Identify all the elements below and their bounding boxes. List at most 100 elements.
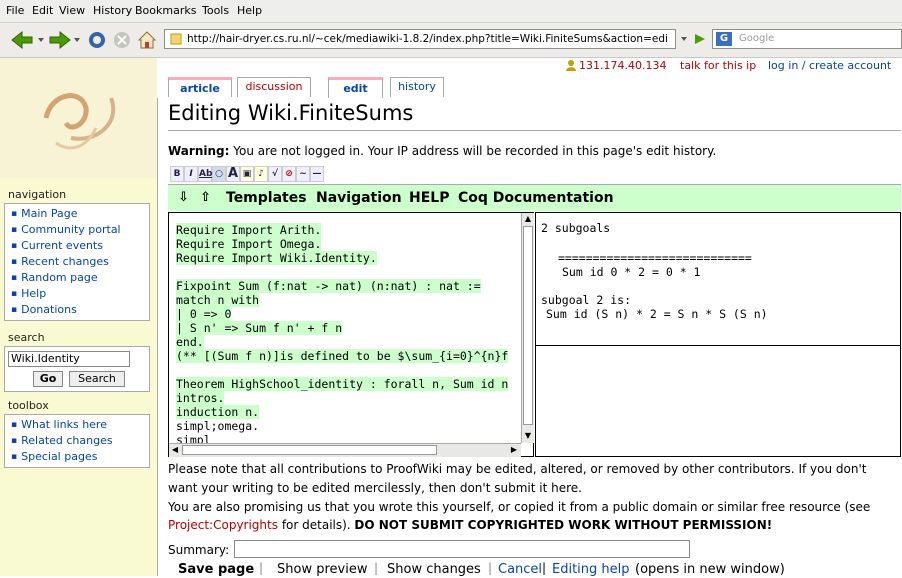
- navigation-heading: navigation: [8, 188, 67, 201]
- editor-line: | S n' => Sum f n' + f n: [176, 321, 343, 335]
- scroll-up-icon[interactable]: ▲: [523, 214, 533, 224]
- tab-edit[interactable]: edit: [328, 77, 383, 99]
- nav-main-page[interactable]: Main Page: [11, 207, 77, 220]
- search-button[interactable]: Search: [69, 371, 125, 387]
- toolbox-portlet: What links here Related changes Special …: [4, 414, 150, 468]
- navigation-portlet: Main Page Community portal Current event…: [4, 203, 150, 321]
- editor-line: Theorem HighSchool_identity : forall n, …: [176, 377, 509, 391]
- headline-icon[interactable]: A: [226, 166, 240, 182]
- menu-history[interactable]: History: [93, 4, 132, 17]
- page-title: Editing Wiki.FiniteSums: [168, 101, 414, 125]
- title-divider: [168, 130, 901, 131]
- browser-search-placeholder: Google: [739, 33, 775, 44]
- menu-tools[interactable]: Tools: [202, 4, 229, 17]
- scroll-down-icon[interactable]: ▼: [523, 431, 533, 441]
- help-link[interactable]: HELP: [409, 190, 449, 206]
- editor-line: (** [(Sum f n)]is defined to be $\sum_{i…: [176, 349, 509, 363]
- nav-donations[interactable]: Donations: [11, 303, 77, 316]
- wiki-search-input[interactable]: Wiki.Identity: [8, 351, 130, 367]
- menu-edit[interactable]: Edit: [32, 4, 53, 17]
- ip-link[interactable]: 131.174.40.134: [579, 59, 666, 72]
- link-separator: |: [542, 561, 547, 575]
- tab-history[interactable]: history: [390, 77, 444, 97]
- code-editor[interactable]: Require Import Arith. Require Import Ome…: [168, 212, 534, 457]
- summary-input[interactable]: [234, 540, 690, 558]
- stop-icon[interactable]: [111, 29, 133, 51]
- image-icon[interactable]: ▣: [240, 166, 254, 182]
- warning-message: Warning: You are not logged in. Your IP …: [168, 144, 716, 158]
- scroll-left-icon[interactable]: ◀: [170, 445, 180, 455]
- editor-horizontal-scrollbar[interactable]: ◀ ▶: [169, 443, 521, 457]
- editor-line: Require Import Arith.: [176, 223, 322, 237]
- google-icon[interactable]: G: [716, 32, 732, 46]
- editor-line: Require Import Wiki.Identity.: [176, 251, 377, 265]
- nav-recent-changes[interactable]: Recent changes: [11, 255, 109, 268]
- toolbox-related-changes[interactable]: Related changes: [11, 434, 113, 447]
- tab-article[interactable]: article: [168, 77, 232, 97]
- editor-line: induction n.: [176, 405, 260, 419]
- reload-icon[interactable]: [86, 29, 108, 51]
- menu-file[interactable]: File: [6, 4, 24, 17]
- media-icon[interactable]: ♪: [254, 166, 268, 182]
- button-separator: |: [259, 561, 264, 575]
- menu-view[interactable]: View: [59, 4, 85, 17]
- forward-icon[interactable]: [46, 29, 82, 51]
- nowiki-icon[interactable]: ⊘: [282, 166, 296, 182]
- math-icon[interactable]: √: [268, 166, 282, 182]
- step-down-icon[interactable]: ⇩: [178, 190, 189, 205]
- internal-link-icon[interactable]: Ab: [198, 166, 212, 182]
- editor-line: end.: [176, 335, 204, 349]
- search-portlet: Wiki.Identity Go Search: [4, 346, 150, 392]
- editor-line: intros.: [176, 391, 225, 405]
- nav-random-page[interactable]: Random page: [11, 271, 98, 284]
- home-icon[interactable]: [136, 29, 158, 51]
- menu-bookmarks[interactable]: Bookmarks: [135, 4, 196, 17]
- navigation-link[interactable]: Navigation: [316, 190, 402, 206]
- browser-search-box[interactable]: G Google: [712, 29, 902, 49]
- url-bar[interactable]: http://hair-dryer.cs.ru.nl/~cek/mediawik…: [164, 29, 676, 49]
- horizontal-scroll-thumb[interactable]: [182, 445, 437, 455]
- nav-community-portal[interactable]: Community portal: [11, 223, 121, 236]
- subgoal-2-label: subgoal 2 is:: [541, 293, 632, 307]
- coq-documentation-link[interactable]: Coq Documentation: [458, 190, 614, 206]
- toolbox-heading: toolbox: [8, 399, 49, 412]
- editor-line: simpl;omega.: [176, 419, 260, 433]
- goal-1: Sum id 0 * 2 = 0 * 1: [562, 265, 701, 279]
- coq-toolbar: ⇩ ⇧ Templates Navigation HELP Coq Docume…: [168, 184, 901, 211]
- copyright-note-text: for details).: [278, 518, 355, 532]
- bold-icon[interactable]: B: [170, 166, 184, 182]
- page-icon: [170, 33, 182, 45]
- nav-help[interactable]: Help: [11, 287, 46, 300]
- external-link-icon[interactable]: ○: [212, 166, 226, 182]
- copyrights-link[interactable]: Project:Copyrights: [168, 518, 278, 532]
- subgoal-count: 2 subgoals: [541, 221, 611, 235]
- italic-icon[interactable]: I: [184, 166, 198, 182]
- talk-link[interactable]: talk for this ip: [680, 59, 756, 72]
- site-logo[interactable]: [26, 78, 136, 158]
- back-icon[interactable]: [8, 29, 44, 51]
- url-text: http://hair-dryer.cs.ru.nl/~cek/mediawik…: [187, 33, 668, 45]
- goal-separator: ============================: [558, 251, 752, 265]
- tab-discussion[interactable]: discussion: [237, 77, 311, 97]
- toolbox-special-pages[interactable]: Special pages: [11, 450, 97, 463]
- button-separator: |: [488, 561, 493, 575]
- search-heading: search: [8, 331, 45, 344]
- contribution-note-1: Please note that all contributions to Pr…: [168, 462, 867, 476]
- templates-link[interactable]: Templates: [226, 190, 307, 206]
- menu-bar: File Edit View History Bookmarks Tools H…: [0, 0, 902, 23]
- vertical-scroll-thumb[interactable]: [523, 226, 533, 425]
- nav-current-events[interactable]: Current events: [11, 239, 103, 252]
- summary-label: Summary:: [168, 543, 230, 557]
- horizontal-line-icon[interactable]: —: [310, 166, 324, 182]
- go-button[interactable]: Go: [33, 371, 63, 387]
- step-up-icon[interactable]: ⇧: [200, 190, 211, 205]
- signature-icon[interactable]: ~: [296, 166, 310, 182]
- warning-text: You are not logged in. Your IP address w…: [229, 144, 717, 158]
- login-link[interactable]: log in / create account: [768, 59, 891, 72]
- go-arrow-icon[interactable]: [677, 30, 711, 48]
- toolbox-what-links-here[interactable]: What links here: [11, 418, 107, 431]
- editor-vertical-scrollbar[interactable]: ▲ ▼: [521, 213, 534, 443]
- menu-help[interactable]: Help: [237, 4, 262, 17]
- scroll-right-icon[interactable]: ▶: [509, 445, 519, 455]
- copyright-warning: DO NOT SUBMIT COPYRIGHTED WORK WITHOUT P…: [354, 518, 773, 532]
